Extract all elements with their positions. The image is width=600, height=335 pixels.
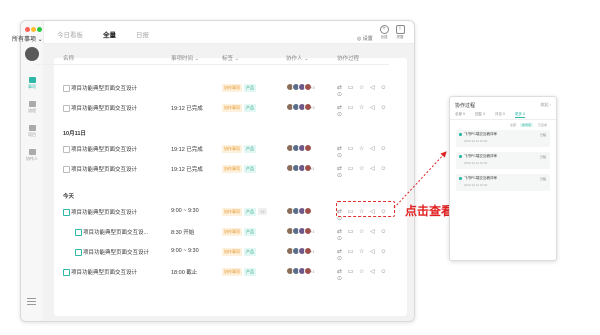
card-time: 2020.10.12 10:00 xyxy=(464,139,488,143)
card-title: 飞书PC端交互稿评审 xyxy=(464,176,497,180)
popup-filter-new[interactable]: 新增项 xyxy=(520,123,534,127)
process-card[interactable]: 飞书PC端交互稿评审 2020.10.12 10:00 日程 xyxy=(456,152,550,169)
process-card[interactable]: 飞书PC端交互稿评审 2020.10.12 10:00 日程 xyxy=(456,130,550,147)
popup-filter-done[interactable]: 已完成 xyxy=(536,123,549,127)
calendar-icon xyxy=(459,155,462,158)
popup-tab-replies[interactable]: 回复 3 xyxy=(475,112,485,117)
card-time: 2020.10.12 10:00 xyxy=(464,183,488,187)
card-title: 飞书PC端交互稿评审 xyxy=(464,132,497,136)
popup-title: 协作过程 xyxy=(455,103,476,109)
popup-collapse-button[interactable]: 收起 › xyxy=(541,102,551,108)
card-type: 日程 xyxy=(539,177,546,181)
popup-filter-all[interactable]: 全部 xyxy=(508,123,518,127)
popup-tab-comments[interactable]: 评论 0 xyxy=(495,112,505,117)
process-card[interactable]: 飞书PC端交互稿评审 2020.10.12 10:00 日程 xyxy=(456,174,550,191)
process-popup: 协作过程 收起 › 全部 9 回复 3 评论 0 更多 5 全部 新增项 已完成… xyxy=(449,96,557,261)
popup-tab-more[interactable]: 更多 5 xyxy=(515,112,525,118)
card-title: 飞书PC端交互稿评审 xyxy=(464,154,497,158)
card-type: 日程 xyxy=(539,155,546,159)
calendar-icon xyxy=(459,177,462,180)
popup-tab-all[interactable]: 全部 9 xyxy=(455,112,465,117)
calendar-icon xyxy=(459,133,462,136)
card-type: 日程 xyxy=(539,133,546,137)
divider xyxy=(450,119,556,120)
card-time: 2020.10.12 10:00 xyxy=(464,161,488,165)
